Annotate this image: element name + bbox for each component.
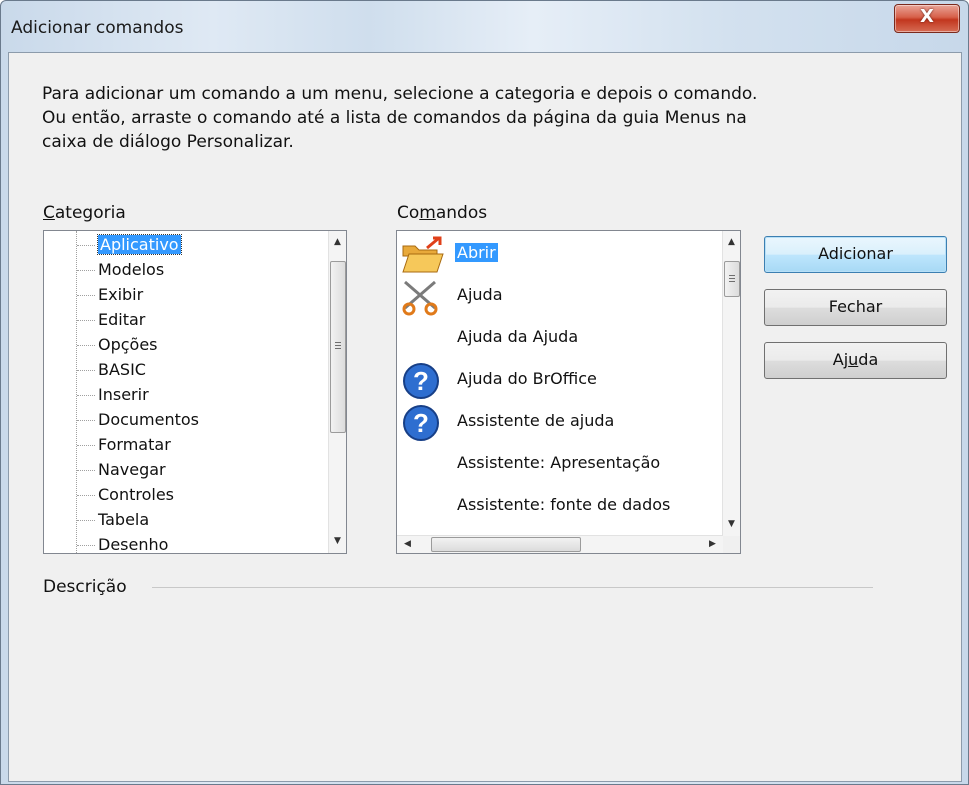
description-label: Descrição [43,577,127,597]
tree-connector [77,370,95,371]
tree-item[interactable]: Tabela [98,508,149,531]
list-item-label: Ajuda [457,285,503,304]
tree-item[interactable]: Modelos [98,258,164,281]
tree-item-label: Exibir [98,285,144,304]
list-item[interactable]: Ajuda [397,275,707,317]
tree-item[interactable]: Controles [98,483,174,506]
list-item-label: Ajuda do BrOffice [457,369,597,388]
instructions-text: Para adicionar um comando a um menu, sel… [42,84,758,152]
tree-item-label: Aplicativo [97,234,182,255]
close-button[interactable]: Fechar [764,289,947,326]
open-folder-icon [402,236,444,273]
help-question-icon: ? [403,363,439,399]
close-icon: X [920,6,934,27]
tree-item-label: Editar [98,310,146,329]
tree-item-label: Opções [98,335,158,354]
scrollbar-thumb[interactable] [431,537,581,552]
scrollbar-thumb[interactable] [724,261,740,297]
tree-connector-line [76,231,77,553]
help-button[interactable]: Ajuda [764,342,947,379]
list-item[interactable]: Ajuda da Ajuda [397,317,707,359]
description-divider [152,587,873,588]
scroll-down-arrow-icon[interactable]: ▼ [723,516,740,533]
tree-connector [77,520,95,521]
dialog-window: Adicionar comandos X Para adicionar um c… [0,0,969,785]
window-title: Adicionar comandos [11,18,184,38]
tree-connector [77,295,95,296]
list-item-label: Abrir [455,243,498,262]
list-item-label: Assistente: Apresentação [457,453,661,472]
svg-text:?: ? [413,408,429,438]
tree-item-label: Navegar [98,460,166,479]
tree-connector [77,495,95,496]
scissors-icon [402,280,438,316]
list-item-label: Ajuda da Ajuda [457,327,579,346]
category-label: Categoria [43,203,126,223]
tree-item-label: Tabela [98,510,150,529]
scroll-up-arrow-icon[interactable]: ▲ [723,234,740,251]
tree-item[interactable]: Documentos [98,408,199,431]
list-item-label: Assistente de ajuda [457,411,615,430]
tree-item-label: BASIC [98,360,146,379]
commands-list[interactable]: Abrir Ajuda Ajuda da Ajuda ? Ajuda do Br… [396,230,741,554]
tree-item[interactable]: Navegar [98,458,166,481]
tree-item[interactable]: Desenho [98,533,169,554]
tree-connector [77,320,95,321]
tree-item-label: Inserir [98,385,149,404]
tree-item[interactable]: BASIC [98,358,146,381]
list-item[interactable]: ? Ajuda do BrOffice [397,359,707,401]
tree-connector [77,245,95,246]
list-item[interactable]: Assistente: fonte de dados [397,485,707,527]
list-item-label: Assistente: fonte de dados [457,495,671,514]
tree-item-label: Formatar [98,435,171,454]
tree-connector [77,470,95,471]
tree-item[interactable]: Inserir [98,383,149,406]
tree-item[interactable]: Formatar [98,433,171,456]
tree-connector [77,270,95,271]
tree-item-label: Desenho [98,535,169,554]
close-window-button[interactable]: X [894,4,960,33]
dialog-client-area: Para adicionar um comando a um menu, sel… [8,52,962,782]
scroll-right-arrow-icon[interactable]: ▶ [704,536,721,553]
commands-horizontal-scrollbar[interactable]: ◀ ▶ [397,535,723,553]
tree-connector [77,420,95,421]
category-tree[interactable]: Aplicativo Modelos Exibir Editar Opções BASIC… [43,230,347,554]
tree-item[interactable]: Exibir [98,283,143,306]
tree-item-label: Modelos [98,260,165,279]
tree-item[interactable]: Aplicativo [97,233,182,256]
tree-item-label: Controles [98,485,175,504]
tree-connector [77,545,95,546]
list-item[interactable]: Abrir [397,233,707,275]
tree-connector [77,445,95,446]
commands-vertical-scrollbar[interactable]: ▲ ▼ [722,231,740,536]
scrollbar-corner [723,536,740,553]
tree-item[interactable]: Editar [98,308,145,331]
tree-item[interactable]: Opções [98,333,158,356]
list-item[interactable]: Assistente: Apresentação [397,443,707,485]
add-button[interactable]: Adicionar [764,236,947,273]
tree-connector [77,395,95,396]
category-vertical-scrollbar[interactable]: ▲ ▼ [328,231,346,553]
help-question-icon: ? [403,405,439,441]
commands-label: Comandos [397,203,488,223]
svg-text:?: ? [413,366,429,396]
scroll-left-arrow-icon[interactable]: ◀ [399,536,416,553]
list-item[interactable]: ? Assistente de ajuda [397,401,707,443]
scrollbar-thumb[interactable] [330,261,346,433]
tree-item-label: Documentos [98,410,200,429]
scroll-down-arrow-icon[interactable]: ▼ [329,533,346,550]
tree-connector [77,345,95,346]
scroll-up-arrow-icon[interactable]: ▲ [329,234,346,251]
